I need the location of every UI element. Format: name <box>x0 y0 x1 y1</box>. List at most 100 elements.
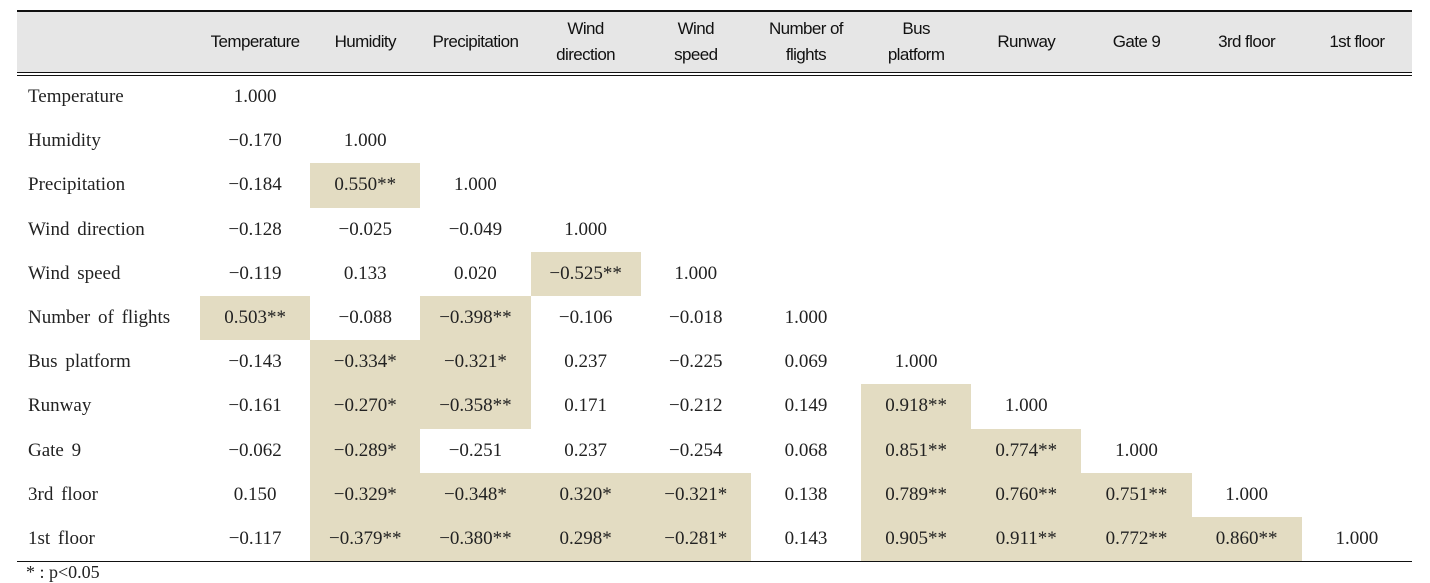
empty-cell <box>1081 119 1191 163</box>
table-row: Precipitation −0.184 0.550** 1.000 <box>17 163 1412 208</box>
correlation-cell: −0.379** <box>310 516 421 562</box>
row-label: 3rd floor <box>28 483 99 505</box>
empty-cell <box>751 119 861 163</box>
column-header: Bus platform <box>887 18 945 64</box>
column-header: Humidity <box>334 31 397 51</box>
correlation-cell: −0.358** <box>420 384 531 429</box>
correlation-cell: 0.237 <box>564 439 607 461</box>
correlation-cell: −0.254 <box>669 439 723 461</box>
correlation-cell: 1.000 <box>454 174 497 196</box>
column-header: Number of flights <box>768 18 844 64</box>
empty-cell <box>531 119 641 163</box>
correlation-cell: −0.018 <box>669 307 723 329</box>
column-header: Wind speed <box>674 18 718 64</box>
empty-cell <box>1192 208 1302 252</box>
empty-cell <box>1302 384 1412 428</box>
correlation-cell: −0.161 <box>228 395 282 417</box>
table-row: Humidity −0.170 1.000 <box>17 119 1412 163</box>
column-header: Temperature <box>210 31 300 51</box>
row-label: Runway <box>28 395 92 417</box>
correlation-cell: 0.751** <box>1081 472 1192 517</box>
row-label: Precipitation <box>28 174 126 196</box>
correlation-cell: 0.860** <box>1191 516 1302 562</box>
empty-cell <box>861 163 971 207</box>
empty-cell <box>1302 473 1412 517</box>
correlation-cell: 0.789** <box>861 472 972 517</box>
column-header: 1st floor <box>1329 31 1385 51</box>
empty-cell <box>641 119 751 163</box>
empty-cell <box>1302 429 1412 473</box>
correlation-cell: 1.000 <box>674 262 718 284</box>
correlation-cell: 0.503** <box>200 295 311 341</box>
empty-cell <box>751 252 861 296</box>
empty-cell <box>641 208 751 252</box>
table-row: Number of flights 0.503** −0.088 −0.398** −0… <box>17 295 1412 341</box>
correlation-cell: 1.000 <box>233 86 277 108</box>
correlation-cell: 0.171 <box>564 395 607 417</box>
correlation-cell: −0.143 <box>228 351 282 373</box>
correlation-cell: 0.069 <box>784 351 828 373</box>
correlation-cell: −0.170 <box>228 130 282 152</box>
correlation-cell: 1.000 <box>1225 483 1268 505</box>
correlation-cell: 1.000 <box>564 218 607 240</box>
correlation-cell: −0.117 <box>200 516 311 562</box>
correlation-cell: −0.380** <box>420 516 531 562</box>
empty-cell <box>751 163 861 207</box>
correlation-cell: 0.320* <box>530 472 641 517</box>
empty-cell <box>1192 429 1302 473</box>
correlation-cell: 0.237 <box>564 351 607 373</box>
empty-cell <box>1081 384 1191 428</box>
empty-cell <box>531 163 641 207</box>
empty-cell <box>1192 163 1302 207</box>
empty-cell <box>971 75 1081 119</box>
empty-cell <box>531 75 641 119</box>
correlation-cell: 1.000 <box>1115 439 1158 461</box>
empty-cell <box>1302 75 1412 119</box>
correlation-cell: −0.348* <box>420 472 531 517</box>
empty-cell <box>420 75 530 119</box>
table-row: Bus platform −0.143 −0.334* −0.321* 0.237 −0.… <box>17 340 1412 385</box>
column-header: Gate 9 <box>1112 31 1161 51</box>
empty-cell <box>861 296 971 340</box>
table-header: Temperature Humidity Precipitation Wind dir… <box>17 11 1412 72</box>
row-label: Humidity <box>28 130 101 152</box>
correlation-cell: 0.138 <box>784 483 828 505</box>
empty-cell <box>1081 208 1191 252</box>
correlation-cell: 1.000 <box>894 351 938 373</box>
row-label: Gate 9 <box>28 439 82 461</box>
empty-cell <box>1081 75 1191 119</box>
correlation-cell: 1.000 <box>343 130 387 152</box>
empty-cell <box>971 208 1081 252</box>
correlation-cell: 0.149 <box>784 395 828 417</box>
footnote: * : p<0.05 <box>26 562 100 582</box>
correlation-cell: 0.150 <box>233 483 277 505</box>
correlation-cell: −0.525** <box>530 251 641 296</box>
empty-cell <box>1302 340 1412 384</box>
header-corner <box>17 11 200 72</box>
row-label: Wind speed <box>28 262 121 284</box>
correlation-cell: 1.000 <box>784 307 828 329</box>
correlation-cell: −0.270* <box>310 384 421 429</box>
empty-cell <box>1081 340 1191 384</box>
row-label: Wind direction <box>28 218 145 240</box>
correlation-cell: −0.106 <box>558 307 613 329</box>
empty-cell <box>1192 119 1302 163</box>
table-row: Wind speed −0.119 0.133 0.020 −0.525** 1.000 <box>17 251 1412 296</box>
correlation-cell: −0.225 <box>669 351 723 373</box>
column-header: 3rd floor <box>1218 31 1276 51</box>
empty-cell <box>420 119 530 163</box>
empty-cell <box>1192 340 1302 384</box>
empty-cell <box>1192 75 1302 119</box>
correlation-cell: −0.251 <box>448 439 503 461</box>
correlation-cell: 1.000 <box>1301 516 1412 562</box>
empty-cell <box>1081 163 1191 207</box>
correlation-cell: −0.334* <box>310 340 421 385</box>
correlation-cell: −0.329* <box>310 472 421 517</box>
table-row: Temperature 1.000 <box>17 75 1412 119</box>
empty-cell <box>861 252 971 296</box>
correlation-cell: −0.025 <box>338 218 392 240</box>
correlation-cell: 0.143 <box>750 516 862 562</box>
correlation-cell: 0.918** <box>861 384 972 429</box>
row-label: Number of flights <box>28 307 171 329</box>
correlation-cell: −0.321* <box>420 340 531 385</box>
